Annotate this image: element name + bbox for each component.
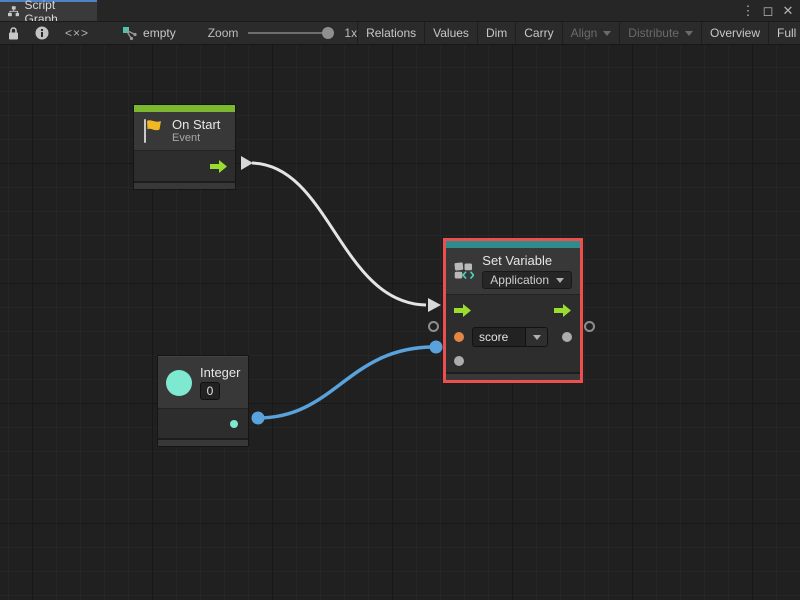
chevron-down-icon: [533, 335, 541, 340]
variable-name-dropdown[interactable]: [526, 327, 548, 347]
carry-button[interactable]: Carry: [516, 22, 561, 44]
connection-data-integer-to-setvariable[interactable]: [252, 341, 443, 425]
button-label: Align: [571, 26, 598, 40]
button-label: Dim: [486, 26, 507, 40]
zoom-value: 1x: [344, 26, 357, 40]
flow-output-port[interactable]: [210, 160, 228, 173]
variable-output-port[interactable]: [562, 332, 572, 342]
integer-output-port[interactable]: [230, 420, 238, 428]
flow-output-port[interactable]: [554, 304, 572, 317]
node-title: On Start: [172, 117, 220, 132]
connection-flow-onstart-to-setvariable[interactable]: [241, 156, 441, 312]
close-icon[interactable]: ✕: [780, 2, 796, 20]
node-title: Set Variable: [482, 253, 572, 268]
values-button[interactable]: Values: [425, 22, 477, 44]
flag-icon: [142, 118, 164, 144]
variable-name-field: score: [472, 327, 548, 347]
zoom-label: Zoom: [208, 26, 239, 40]
variable-scope-dropdown[interactable]: Application: [482, 271, 572, 289]
maximize-icon[interactable]: ◻: [760, 2, 776, 20]
chevron-down-icon: [556, 278, 564, 283]
graph-status-chip[interactable]: empty: [115, 22, 184, 44]
node-header-text: Integer 0: [200, 365, 240, 400]
graph-hierarchy-icon: [8, 6, 19, 17]
variable-name-port-hint[interactable]: [428, 321, 439, 332]
variable-name-input[interactable]: score: [472, 327, 526, 347]
window-controls: ⋮ ◻ ✕: [740, 0, 796, 21]
variable-name-input-port[interactable]: [454, 332, 464, 342]
button-label: Full Screen: [777, 26, 800, 40]
node-header: Set Variable Application: [446, 248, 580, 294]
scope-value: Application: [490, 273, 549, 287]
zoom-control: Zoom 1x: [208, 22, 357, 44]
node-color-bar: [134, 105, 235, 112]
zoom-slider[interactable]: [248, 32, 332, 34]
toolbar-right-buttons: Relations Values Dim Carry Align Distrib…: [357, 22, 800, 44]
variables-icon: [454, 258, 474, 284]
node-header-text: On Start Event: [172, 117, 220, 145]
align-button[interactable]: Align: [563, 22, 620, 44]
code-icon: <×>: [65, 26, 89, 40]
variable-output-port-hint[interactable]: [584, 321, 595, 332]
info-icon: [35, 26, 49, 40]
value-input-port[interactable]: [454, 356, 464, 366]
tab-script-graph[interactable]: Script Graph: [0, 0, 97, 21]
node-footer: [158, 438, 248, 446]
node-ports: [158, 408, 248, 438]
zoom-slider-handle[interactable]: [322, 27, 334, 39]
info-button[interactable]: [27, 22, 57, 44]
node-ports: [134, 150, 235, 181]
integer-type-icon: [166, 370, 192, 396]
flow-port-row: [446, 295, 580, 325]
node-color-bar: [446, 241, 580, 248]
node-subtitle: Event: [172, 132, 220, 145]
button-label: Values: [433, 26, 469, 40]
node-integer[interactable]: Integer 0: [157, 355, 249, 447]
relations-button[interactable]: Relations: [358, 22, 424, 44]
integer-value-input[interactable]: 0: [200, 382, 220, 400]
value-input-row: [446, 349, 580, 373]
graph-canvas[interactable]: On Start Event: [0, 45, 800, 600]
script-graph-window: Script Graph ⋮ ◻ ✕ <×>: [0, 0, 800, 600]
tab-bar: Script Graph ⋮ ◻ ✕: [0, 0, 800, 21]
node-ports: score: [446, 294, 580, 372]
chevron-down-icon: [603, 31, 611, 36]
node-header-text: Set Variable Application: [482, 253, 572, 289]
node-set-variable[interactable]: Set Variable Application: [443, 238, 583, 383]
distribute-button[interactable]: Distribute: [620, 22, 701, 44]
dim-button[interactable]: Dim: [478, 22, 515, 44]
graph-status-label: empty: [143, 26, 176, 40]
node-title: Integer: [200, 365, 240, 380]
variable-name-row: score: [446, 325, 580, 349]
chevron-down-icon: [685, 31, 693, 36]
node-footer: [446, 372, 580, 380]
code-view-button[interactable]: <×>: [57, 22, 97, 44]
graph-toolbar: <×> empty Zoom 1x Relations Values: [0, 21, 800, 45]
full-screen-button[interactable]: Full Screen: [769, 22, 800, 44]
flow-input-port[interactable]: [454, 304, 472, 317]
lock-icon: [8, 27, 19, 40]
node-header: Integer 0: [158, 356, 248, 408]
button-label: Distribute: [628, 26, 679, 40]
graph-node-icon: [123, 27, 137, 40]
button-label: Overview: [710, 26, 760, 40]
node-header: On Start Event: [134, 112, 235, 150]
node-footer: [134, 181, 235, 189]
lock-button[interactable]: [0, 22, 27, 44]
window-menu-icon[interactable]: ⋮: [740, 2, 756, 20]
overview-button[interactable]: Overview: [702, 22, 768, 44]
connections-layer: [0, 45, 800, 600]
node-on-start[interactable]: On Start Event: [133, 104, 236, 190]
button-label: Carry: [524, 26, 553, 40]
button-label: Relations: [366, 26, 416, 40]
